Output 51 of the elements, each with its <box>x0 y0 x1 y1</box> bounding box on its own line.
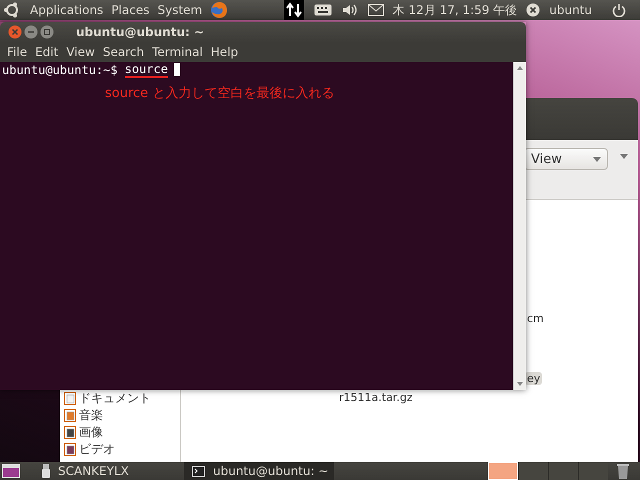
maximize-icon[interactable] <box>40 25 54 39</box>
power-icon[interactable] <box>612 3 626 17</box>
user-name[interactable]: ubuntu <box>545 3 596 17</box>
workspace-switcher[interactable] <box>548 462 578 480</box>
window-title: ubuntu@ubuntu: ~ <box>76 25 204 39</box>
pictures-folder-icon <box>64 426 76 439</box>
ubuntu-logo-icon[interactable] <box>3 1 21 19</box>
file-name[interactable]: cm <box>525 312 546 325</box>
file-name[interactable]: r1511a.tar.gz <box>337 391 415 404</box>
panel-menu[interactable]: System <box>153 3 206 17</box>
panel-menu[interactable]: Places <box>107 3 154 17</box>
volume-icon[interactable] <box>342 4 358 16</box>
sidebar-item[interactable]: ドキュメント <box>60 390 180 407</box>
scrollbar[interactable] <box>513 62 526 390</box>
menu-item[interactable]: Help <box>206 45 242 59</box>
sidebar-item[interactable]: ビデオ <box>60 441 180 458</box>
trash-icon[interactable] <box>616 463 630 479</box>
videos-folder-icon <box>64 443 76 456</box>
text-cursor <box>174 63 180 76</box>
menu-item[interactable]: Edit <box>31 45 62 59</box>
firefox-icon[interactable] <box>210 1 228 19</box>
taskbar-item[interactable]: ubuntu@ubuntu: ~ <box>184 462 334 480</box>
usb-drive-icon <box>42 464 50 478</box>
caret-icon[interactable] <box>620 154 628 159</box>
taskbar-item[interactable]: SCANKEYLX <box>34 462 184 480</box>
clock[interactable]: 木 12月 17, 1:59 午後 <box>388 2 522 18</box>
show-desktop-icon[interactable] <box>2 464 20 478</box>
keyboard-icon[interactable] <box>314 4 332 16</box>
annotation-text: source と入力して空白を最後に入れる <box>105 85 334 102</box>
workspace-switcher[interactable] <box>578 462 608 480</box>
terminal-icon <box>192 466 205 476</box>
music-folder-icon <box>64 409 76 422</box>
caret-icon <box>593 156 601 162</box>
minimize-icon[interactable] <box>24 25 38 39</box>
sidebar-item[interactable]: 画像 <box>60 424 180 441</box>
mail-icon[interactable] <box>368 4 384 16</box>
menu-item[interactable]: Search <box>98 45 148 59</box>
file-name[interactable]: ey <box>525 372 542 385</box>
close-icon[interactable] <box>8 25 22 39</box>
menu-item[interactable]: Terminal <box>148 45 207 59</box>
view-dropdown[interactable]: View <box>524 148 608 170</box>
shell-prompt: ubuntu@ubuntu:~$ <box>2 62 118 76</box>
documents-folder-icon <box>64 392 76 405</box>
network-icon[interactable] <box>284 0 304 20</box>
workspace-switcher[interactable] <box>518 462 548 480</box>
sidebar-item[interactable]: 音楽 <box>60 407 180 424</box>
menu-item[interactable]: View <box>62 45 99 59</box>
panel-menu[interactable]: Applications <box>26 3 108 17</box>
typed-command: source <box>124 62 168 78</box>
user-status-icon[interactable] <box>526 3 540 17</box>
menu-item[interactable]: File <box>3 45 32 59</box>
